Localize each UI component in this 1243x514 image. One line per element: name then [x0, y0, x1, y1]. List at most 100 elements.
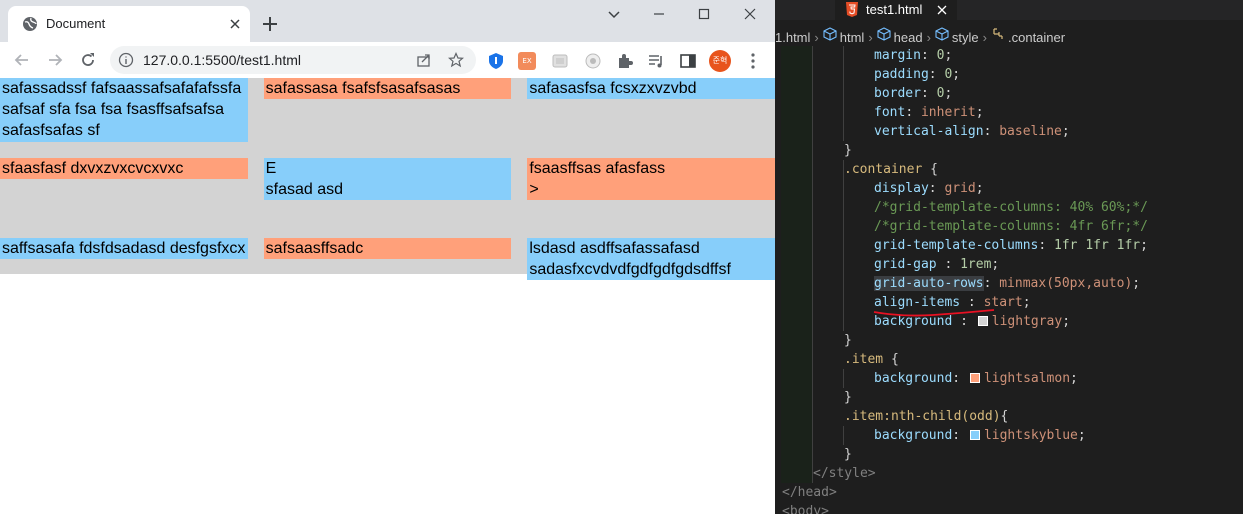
html-tag: </head> — [782, 485, 837, 500]
code-line: padding: 0; — [775, 65, 1243, 84]
grid-item: saffsasafa fdsfdsadasd desfgsfxcx — [0, 238, 248, 259]
close-window-icon[interactable] — [736, 4, 764, 24]
minimize-icon[interactable] — [645, 4, 673, 24]
breadcrumb-item[interactable]: .container — [1008, 30, 1065, 45]
browser-toolbar: 127.0.0.1:5500/test1.html EX 준혁 — [0, 42, 775, 78]
share-icon[interactable] — [416, 52, 432, 68]
code-line: align-items : start; — [775, 293, 1243, 312]
color-picker-extension-icon[interactable] — [584, 52, 602, 70]
close-tab-icon[interactable] — [226, 15, 244, 33]
css-colon: : — [983, 124, 1000, 139]
css-colon: : — [952, 371, 968, 386]
css-property: align-items — [874, 295, 961, 310]
css-colon: : — [928, 181, 945, 196]
site-info-icon[interactable] — [118, 52, 134, 68]
close-editor-tab-icon[interactable] — [935, 3, 949, 17]
css-property: border — [874, 86, 921, 101]
globe-icon — [23, 17, 37, 31]
code-line: grid-auto-rows: minmax(50px,auto); — [775, 274, 1243, 293]
code-line: } — [775, 445, 1243, 464]
css-value: baseline — [999, 124, 1062, 139]
css-value: lightgray — [991, 314, 1063, 329]
code-line: grid-gap : 1rem; — [775, 255, 1243, 274]
star-icon[interactable] — [448, 52, 464, 68]
css-comment: /*grid-template-columns: 4fr 6fr;*/ — [874, 219, 1148, 234]
css-comment: /*grid-template-columns: 40% 60%;*/ — [874, 200, 1148, 215]
css-property: display — [874, 181, 929, 196]
new-tab-icon[interactable] — [260, 14, 280, 34]
css-property: background — [874, 371, 953, 386]
css-property: grid-auto-rows — [874, 276, 984, 291]
breadcrumb-item[interactable]: style — [952, 30, 979, 45]
forward-arrow-icon[interactable] — [45, 50, 65, 70]
css-value: 1rem — [960, 257, 992, 272]
more-menu-icon[interactable] — [744, 52, 762, 70]
css-colon: : — [960, 295, 984, 310]
css-colon: : — [920, 86, 937, 101]
side-panel-icon[interactable] — [679, 52, 697, 70]
tab-search-icon[interactable] — [600, 4, 628, 24]
breadcrumb-separator: › — [868, 30, 873, 46]
cube-icon — [823, 27, 837, 41]
puzzle-extensions-icon[interactable] — [616, 52, 634, 70]
code-line: <body> — [775, 502, 1243, 514]
css-brace: } — [844, 143, 852, 158]
css-colon: : — [905, 105, 921, 120]
code-line: /*grid-template-columns: 4fr 6fr;*/ — [775, 217, 1243, 236]
code-line: } — [775, 331, 1243, 350]
css-property: grid-gap — [874, 257, 937, 272]
code-line: .container { — [775, 160, 1243, 179]
grey-extension-icon[interactable] — [551, 52, 569, 70]
html-tag: <body> — [782, 504, 829, 514]
browser-window: Document 127.0.0.1:5500/test1.html EX 준혁… — [0, 0, 775, 514]
grid-item: safassadssf fafsaassafsafafafssfa safsaf… — [0, 78, 248, 142]
breadcrumb-item[interactable]: 1.html — [775, 30, 810, 45]
breadcrumb-item[interactable]: html — [840, 30, 865, 45]
css-selector: .container — [844, 162, 923, 177]
css-selector-icon — [993, 28, 1003, 39]
password-manager-extension-icon[interactable] — [487, 52, 505, 70]
code-line: } — [775, 388, 1243, 407]
ex-extension-icon[interactable]: EX — [518, 52, 536, 70]
red-underline-annotation — [873, 309, 995, 317]
grid-item: fsaasffsas afasfass > — [527, 158, 775, 200]
back-arrow-icon[interactable] — [12, 50, 32, 70]
tab-strip: Document — [0, 0, 775, 42]
code-line: background: lightsalmon; — [775, 369, 1243, 388]
cube-icon — [877, 27, 891, 41]
css-semicolon: ; — [944, 86, 953, 101]
css-property: grid-template-columns — [874, 238, 1039, 253]
css-value: grid — [944, 181, 976, 196]
reload-icon[interactable] — [78, 50, 98, 70]
code-line: vertical-align: baseline; — [775, 122, 1243, 141]
maximize-icon[interactable] — [690, 4, 718, 24]
css-property: background — [874, 428, 953, 443]
grid-item: safassasa fsafsfsasafsasas — [263, 78, 512, 99]
grid-item: safasasfsa fcsxzxvzvbd — [527, 78, 775, 99]
css-value: lightskyblue — [983, 428, 1078, 443]
editor-file-tab[interactable]: test1.html — [835, 0, 957, 20]
grid-item: E sfasad asd — [263, 158, 512, 200]
css-brace: { — [883, 352, 899, 367]
browser-tab[interactable]: Document — [8, 6, 250, 42]
breadcrumb-separator: › — [982, 30, 987, 46]
editor-file-tab-label: test1.html — [866, 2, 923, 17]
grid-item: lsdasd asdffsafassafasd sadasfxcvdvdfgdf… — [527, 238, 775, 280]
color-swatch-icon[interactable] — [977, 316, 988, 326]
code-line: grid-template-columns: 1fr 1fr 1fr; — [775, 236, 1243, 255]
css-semicolon: ; — [1062, 314, 1071, 329]
css-selector: .item:nth-child(odd) — [844, 409, 1001, 424]
css-property: font — [874, 105, 906, 120]
media-controls-icon[interactable] — [647, 52, 665, 70]
color-swatch-icon[interactable] — [969, 430, 980, 440]
css-colon: : — [936, 257, 961, 272]
grid-item: safsaasffsadc — [263, 238, 512, 259]
css-semicolon: ; — [1061, 124, 1070, 139]
color-swatch-icon[interactable] — [969, 373, 980, 383]
profile-avatar[interactable]: 준혁 — [709, 50, 731, 72]
address-bar[interactable]: 127.0.0.1:5500/test1.html — [110, 46, 476, 74]
tab-title: Document — [46, 16, 106, 31]
code-line: } — [775, 141, 1243, 160]
breadcrumb-item[interactable]: head — [894, 30, 923, 45]
css-semicolon: ; — [944, 48, 953, 63]
